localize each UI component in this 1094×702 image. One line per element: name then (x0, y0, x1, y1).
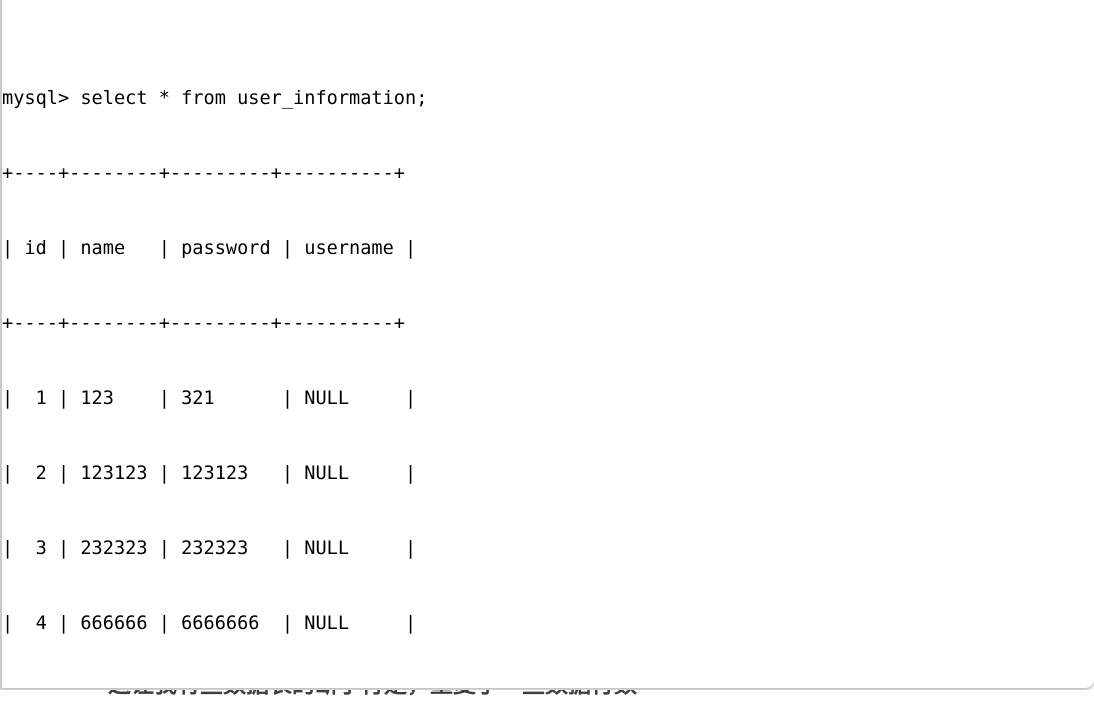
table-row: | 1 | 123 | 321 | NULL | (2, 388, 417, 409)
terminal-line-select-rule-mid: +----+--------+---------+----------+ (2, 313, 405, 334)
clipped-background-content: 这让我有些数据表的断子行是，重复了一些数据行数 (0, 690, 1094, 702)
table-row: | 4 | 666666 | 6666666 | NULL | (2, 613, 417, 634)
table-row: | 3 | 232323 | 232323 | NULL | (2, 538, 417, 559)
terminal-line-select-header: | id | name | password | username | (2, 238, 417, 259)
table-row: | 5 | 123 | 123 | NULL | (2, 686, 1094, 688)
table-row: | 2 | 123123 | 123123 | NULL | (2, 463, 417, 484)
terminal-console-output[interactable]: mysql> select * from user_information; +… (2, 0, 1094, 688)
terminal-window[interactable]: mysql> select * from user_information; +… (0, 0, 1094, 688)
screenshot-root: mysql> select * from user_information; +… (0, 0, 1094, 702)
clipped-background-text: 这让我有些数据表的断子行是，重复了一些数据行数 (108, 690, 637, 698)
terminal-line-select-rule-top: +----+--------+---------+----------+ (2, 163, 405, 184)
terminal-line-select-command: mysql> select * from user_information; (2, 88, 428, 109)
